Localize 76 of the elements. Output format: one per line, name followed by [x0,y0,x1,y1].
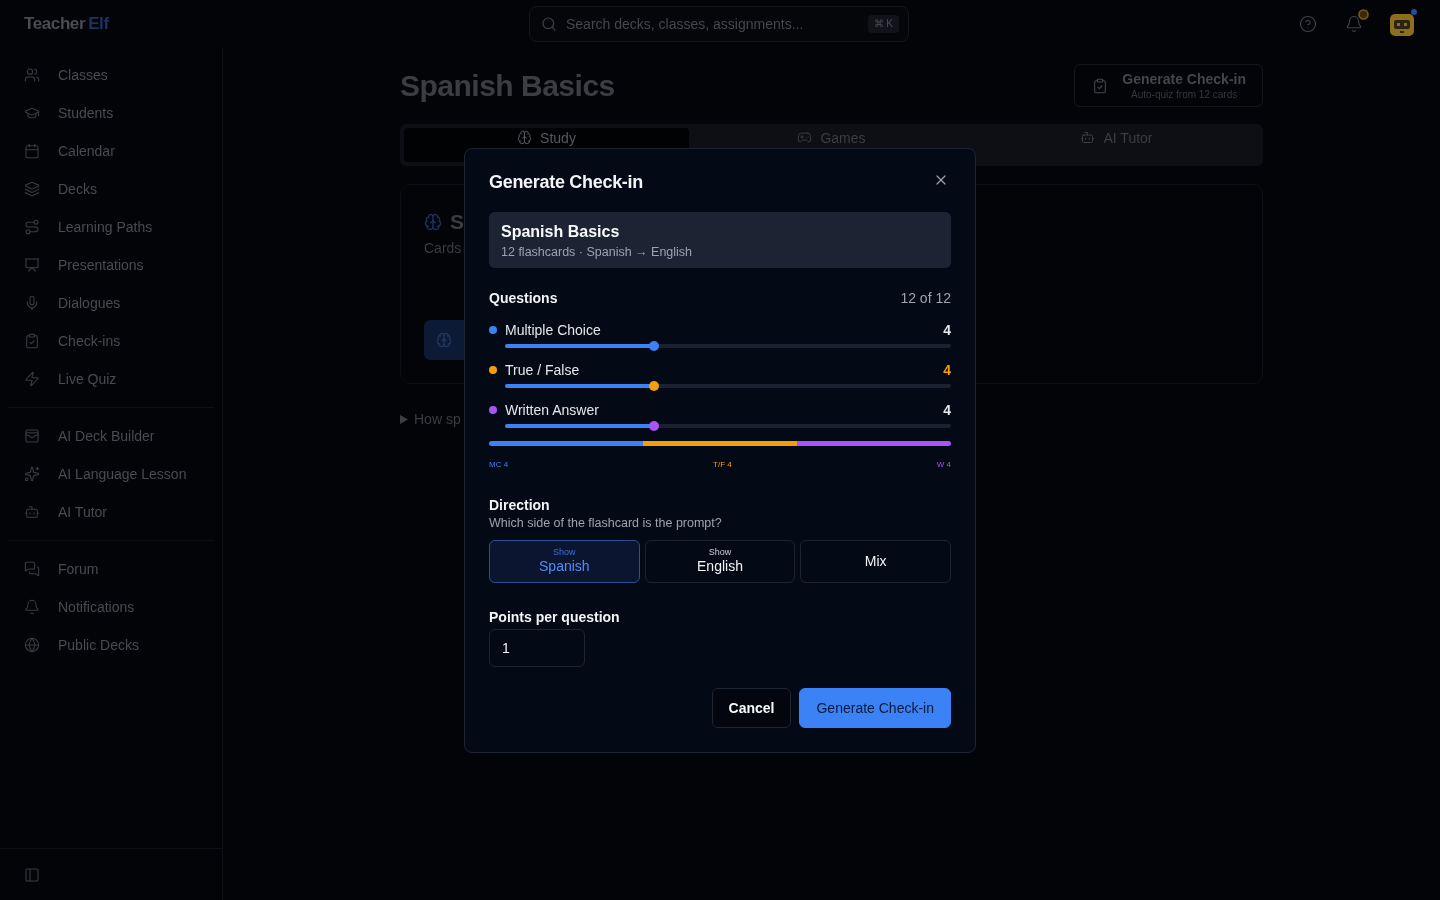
sidebar-item[interactable]: Public Decks [0,626,222,664]
slider-thumb[interactable] [648,420,659,431]
section-hint: Which side of the flashcard is the prompt? [489,514,723,531]
clipboard-check-icon [24,333,40,349]
sidebar-item[interactable]: AI Deck Builder [0,417,222,455]
slider-track[interactable] [505,419,951,432]
sidebar-item[interactable]: Classes [0,56,222,94]
section-label: Direction [489,495,551,514]
question-type-label: True / False [505,361,580,378]
sidebar-item[interactable]: Students [0,94,222,132]
slider-track[interactable] [505,379,951,392]
chat-bubbles-icon [24,561,40,577]
sidebar-item[interactable]: Calendar [0,132,222,170]
deck-meta: 12 flashcards · Spanish → English [501,243,694,260]
sparkles-icon [24,466,40,482]
direction-option[interactable]: Show English [644,539,796,583]
question-type-label: Multiple Choice [505,321,601,338]
distribution-label: T/F 4 [713,459,732,470]
gamepad-icon [797,130,813,145]
sidebar-item[interactable]: AI Language Lesson [0,455,222,493]
sidebar-item[interactable]: AI Tutor [0,493,222,531]
help-icon [1299,15,1317,33]
question-type-label: Written Answer [505,401,599,418]
dialog-title: Generate Check-in [489,172,643,193]
distribution-label: MC 4 [489,459,509,470]
distribution-label: W 4 [936,459,951,470]
presentation-board-icon [24,257,40,273]
brain-icon [424,213,442,231]
lightning-icon [24,371,40,387]
search-icon [541,16,557,32]
brain-icon [436,332,452,348]
layers-icon [24,181,40,197]
disclosure-toggle[interactable]: How sp [400,410,461,428]
question-count: 4 [943,361,951,378]
question-total: 12 of 12 [900,289,951,306]
deck-name: Spanish Basics [501,221,621,242]
question-count: 4 [943,321,951,338]
slider-thumb[interactable] [648,380,659,391]
logo-text: Teacher [24,14,86,34]
robot-icon [1080,130,1096,145]
robot-avatar-icon[interactable] [1390,12,1414,36]
card-subtitle: Cards [424,239,462,257]
sidebar-item[interactable]: Dialogues [0,284,222,322]
section-label: Questions [489,288,558,307]
field-label: Points per question [489,607,621,626]
generate-button[interactable]: Generate Check-in [799,687,951,728]
cancel-button[interactable]: Cancel [711,687,792,728]
sidebar-toggle-icon[interactable] [24,866,40,883]
clipboard-check-icon [1092,77,1109,94]
sidebar-item[interactable]: Decks [0,170,222,208]
sidebar-item[interactable]: Forum [0,550,222,588]
graduation-cap-icon [24,105,40,121]
sidebar-item[interactable]: Presentations [0,246,222,284]
sidebar-item[interactable]: Live Quiz [0,360,222,398]
bell-icon [1345,15,1363,33]
brain-icon [517,130,533,145]
logo-accent-text: Elf [88,14,109,34]
wallet-icon [24,428,40,444]
card-heading: S [450,209,464,235]
microphone-icon [24,295,40,311]
points-input[interactable]: 1 [489,628,585,667]
robot-icon [24,504,40,520]
route-icon [24,219,40,235]
calendar-icon [24,143,40,159]
bell-icon [24,599,40,615]
sidebar-item[interactable]: Check-ins [0,322,222,360]
direction-option[interactable]: Mix [800,539,951,583]
page-title: Spanish Basics [400,68,615,103]
slider-thumb[interactable] [648,340,659,351]
question-count: 4 [943,401,951,418]
globe-icon [24,637,40,653]
direction-option[interactable]: Show Spanish [489,539,640,583]
slider-track[interactable] [505,339,951,352]
sidebar-item[interactable]: Learning Paths [0,208,222,246]
users-icon [24,67,40,83]
sidebar-item[interactable]: Notifications [0,588,222,626]
